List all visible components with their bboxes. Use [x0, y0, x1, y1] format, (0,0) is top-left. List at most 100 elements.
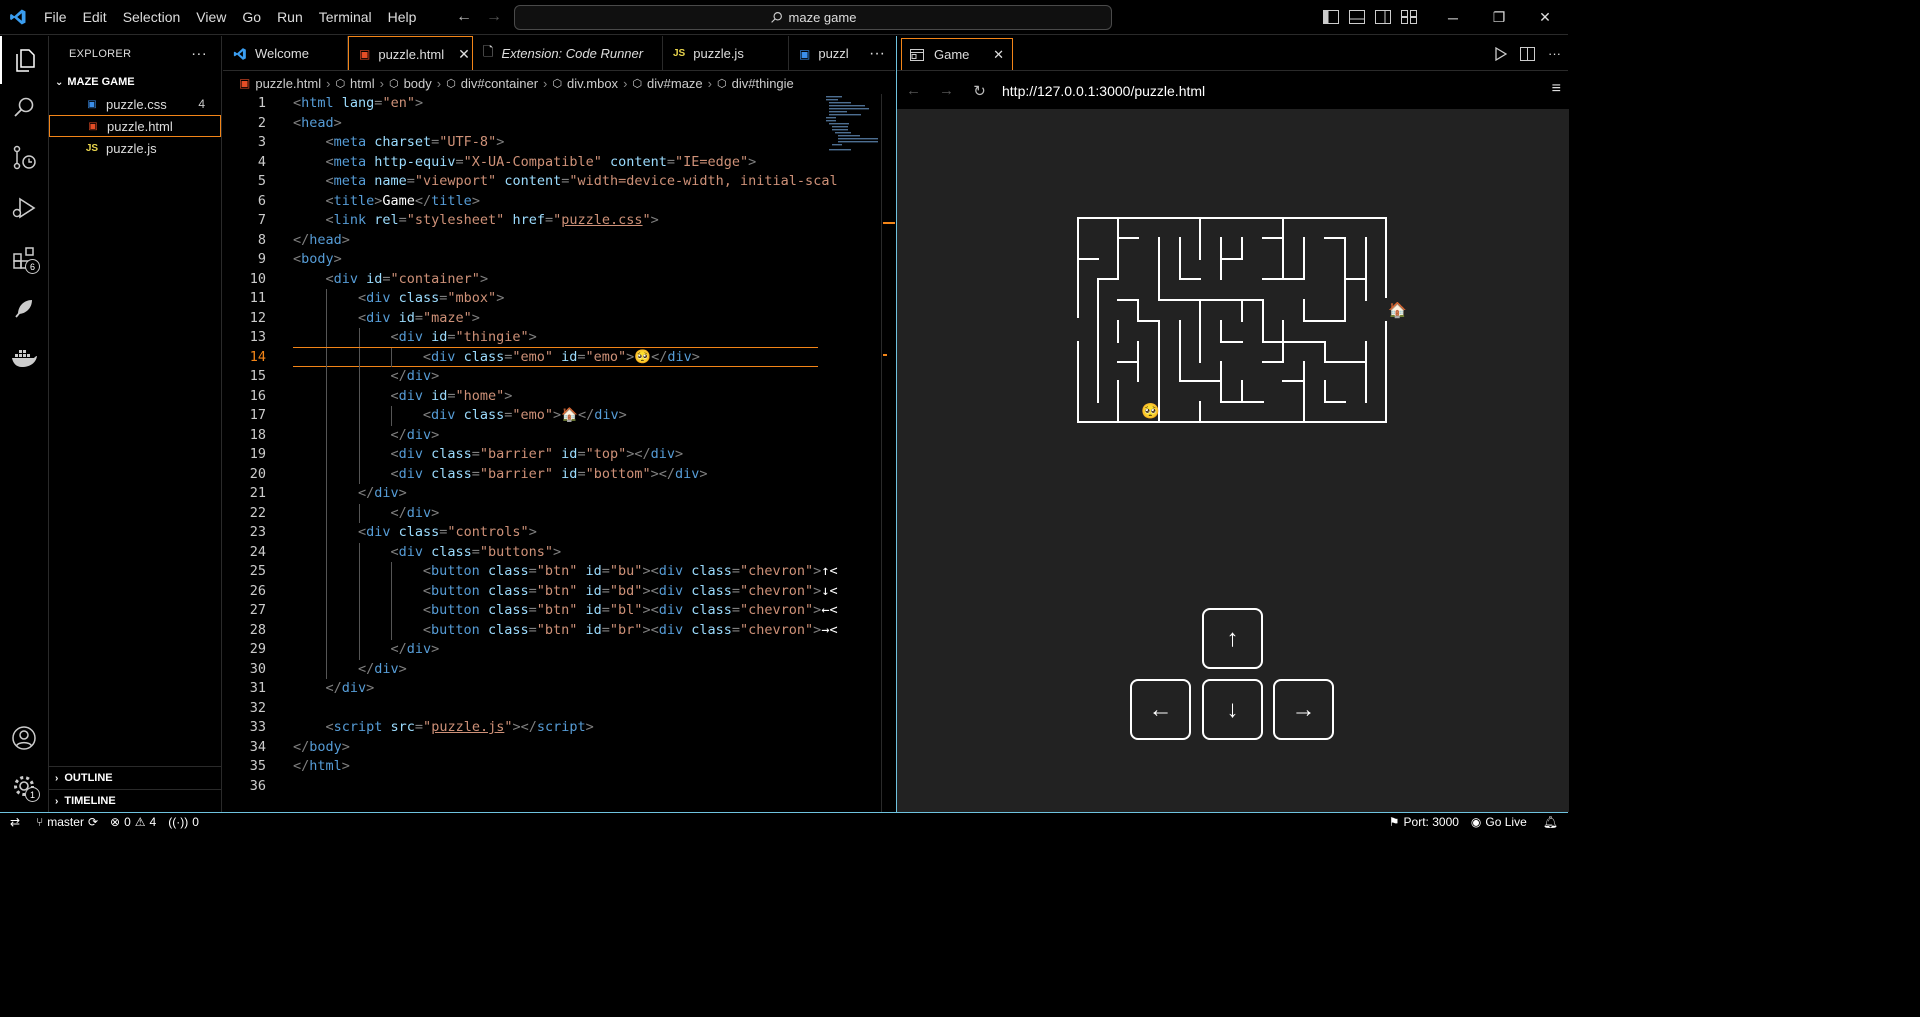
- extensions-icon[interactable]: 6: [0, 234, 48, 282]
- code-text: <script src="puzzle.js"></script>: [325, 719, 594, 735]
- code-editor[interactable]: 1 <html lang="en"> 2 <head> 3 <meta charset="…: [223, 94, 881, 812]
- tab-game[interactable]: Game ✕: [901, 38, 1013, 70]
- close-icon[interactable]: ✕: [458, 46, 470, 63]
- menu-view[interactable]: View: [188, 9, 234, 25]
- breadcrumb-item[interactable]: div#container: [461, 76, 538, 91]
- folder-header[interactable]: ⌄ MAZE GAME: [49, 71, 221, 93]
- breadcrumb-item[interactable]: div#maze: [647, 76, 703, 91]
- line-number: 7: [257, 212, 266, 228]
- code-line: 28 <button class="btn" id="br"><div class…: [223, 620, 881, 640]
- port-indicator[interactable]: ⚑ Port: 3000: [1383, 815, 1465, 829]
- code-line: 18 </div>: [223, 425, 881, 445]
- menu-help[interactable]: Help: [380, 9, 425, 25]
- line-number: 9: [257, 251, 266, 267]
- css-file-icon: ▣: [799, 46, 811, 61]
- command-center-search[interactable]: maze game: [514, 5, 1112, 30]
- run-and-debug-icon[interactable]: [0, 184, 48, 232]
- outline-section[interactable]: › OUTLINE: [49, 766, 222, 789]
- code-text: <div class="mbox">: [357, 290, 505, 306]
- menu-run[interactable]: Run: [269, 9, 311, 25]
- accounts-icon[interactable]: [0, 714, 48, 762]
- more-actions-icon[interactable]: ···: [1541, 36, 1568, 71]
- timeline-section[interactable]: › TIMELINE: [49, 789, 222, 812]
- line-number: 31: [249, 680, 266, 696]
- tab-extension-code-runner[interactable]: 🗋 Extension: Code Runner: [473, 36, 663, 70]
- ports-indicator[interactable]: ((·)) 0: [162, 815, 205, 829]
- browser-back-icon[interactable]: ←: [897, 82, 930, 99]
- right-button[interactable]: →: [1273, 679, 1334, 740]
- remote-explorer-icon[interactable]: [0, 284, 48, 332]
- more-actions-icon[interactable]: ···: [859, 36, 895, 70]
- line-number: 32: [249, 699, 266, 716]
- settings-gear-icon[interactable]: 1: [0, 762, 48, 810]
- code-text: <button class="btn" id="bl"><div class="…: [422, 602, 838, 618]
- down-button[interactable]: ↓: [1202, 679, 1263, 740]
- menu-go[interactable]: Go: [234, 9, 269, 25]
- indent-guide: [391, 581, 393, 601]
- code-text: </head>: [293, 231, 350, 248]
- up-button[interactable]: ↑: [1202, 608, 1263, 669]
- forward-arrow-icon[interactable]: →: [486, 8, 502, 26]
- url-input[interactable]: http://127.0.0.1:3000/puzzle.html: [1002, 83, 1205, 99]
- close-icon[interactable]: ✕: [993, 47, 1004, 63]
- breadcrumb-item[interactable]: html: [350, 76, 375, 91]
- reload-icon[interactable]: ↻: [963, 82, 996, 100]
- docker-icon[interactable]: [0, 334, 48, 382]
- toggle-panel-icon[interactable]: [1348, 6, 1366, 28]
- indent-guide: [358, 620, 360, 640]
- line-number: 36: [249, 777, 266, 794]
- hamburger-menu-icon[interactable]: ≡: [1552, 80, 1561, 98]
- menu-selection[interactable]: Selection: [115, 9, 189, 25]
- browser-forward-icon[interactable]: →: [930, 82, 963, 99]
- vscode-logo-icon: [233, 47, 246, 60]
- restore-icon[interactable]: ❐: [1476, 0, 1522, 35]
- more-actions-icon[interactable]: ···: [191, 45, 207, 62]
- notifications-bell-icon[interactable]: 🔔︎: [1533, 815, 1568, 829]
- indent-guide: [326, 523, 328, 543]
- menu-file[interactable]: File: [36, 9, 75, 25]
- tab-puzzle-html[interactable]: ▣ puzzle.html ✕: [348, 36, 473, 70]
- code-text: <button class="btn" id="bd"><div class="…: [422, 582, 838, 599]
- html-file-icon: ▣: [359, 47, 371, 61]
- editor-scrollbar[interactable]: [881, 94, 895, 812]
- file-puzzle-html[interactable]: ▣ puzzle.html: [49, 115, 221, 137]
- close-window-icon[interactable]: ✕: [1522, 0, 1568, 35]
- explorer-icon[interactable]: [0, 36, 48, 84]
- left-button[interactable]: ←: [1130, 679, 1191, 740]
- tab-puzzle-js[interactable]: JS puzzle.js: [663, 36, 789, 70]
- menu-edit[interactable]: Edit: [75, 9, 115, 25]
- go-live-button[interactable]: ◉ Go Live: [1465, 815, 1533, 829]
- line-number: 10: [249, 270, 266, 287]
- search-icon[interactable]: [0, 84, 48, 132]
- file-puzzle-css[interactable]: ▣ puzzle.css 4: [49, 93, 221, 115]
- breadcrumb-item[interactable]: body: [404, 76, 432, 91]
- code-line: 15 </div>: [223, 367, 881, 387]
- breadcrumb-item[interactable]: puzzle.html: [255, 76, 321, 91]
- code-line: 32: [223, 699, 881, 719]
- breadcrumb-item[interactable]: div#thingie: [732, 76, 794, 91]
- remote-indicator-icon[interactable]: ⇄: [0, 815, 30, 829]
- branch-indicator[interactable]: ⑂ master ⟳: [30, 815, 104, 829]
- css-file-icon: ▣: [87, 98, 97, 110]
- run-icon[interactable]: [1487, 36, 1514, 71]
- minimize-icon[interactable]: ─: [1430, 0, 1476, 35]
- code-line: 33 <script src="puzzle.js"></script>: [223, 718, 881, 738]
- toggle-secondary-sidebar-icon[interactable]: [1374, 6, 1392, 28]
- minimap[interactable]: [824, 94, 882, 154]
- line-number: 8: [257, 231, 266, 248]
- source-control-icon[interactable]: [0, 134, 48, 182]
- back-arrow-icon[interactable]: ←: [456, 8, 472, 26]
- indent-guide: [391, 601, 393, 621]
- breadcrumb-item[interactable]: div.mbox: [567, 76, 618, 91]
- menu-terminal[interactable]: Terminal: [311, 9, 380, 25]
- tab-welcome[interactable]: Welcome: [223, 36, 348, 70]
- file-puzzle-js[interactable]: JS puzzle.js: [49, 137, 221, 159]
- problems-indicator[interactable]: ⊗ 0 ⚠ 4: [104, 815, 162, 829]
- split-editor-icon[interactable]: [1514, 36, 1541, 71]
- code-line: 17 <div class="emo">🏠</div>: [223, 406, 881, 426]
- toggle-primary-sidebar-icon[interactable]: [1322, 6, 1340, 28]
- status-bar: ⇄ ⑂ master ⟳ ⊗ 0 ⚠ 4 ((·)) 0 ⚑ Port: 300…: [0, 812, 1568, 831]
- code-line: 25 <button class="btn" id="bu"><div class…: [223, 562, 881, 582]
- customize-layout-icon[interactable]: [1400, 6, 1418, 28]
- tab-label: puzzle.js: [693, 46, 744, 61]
